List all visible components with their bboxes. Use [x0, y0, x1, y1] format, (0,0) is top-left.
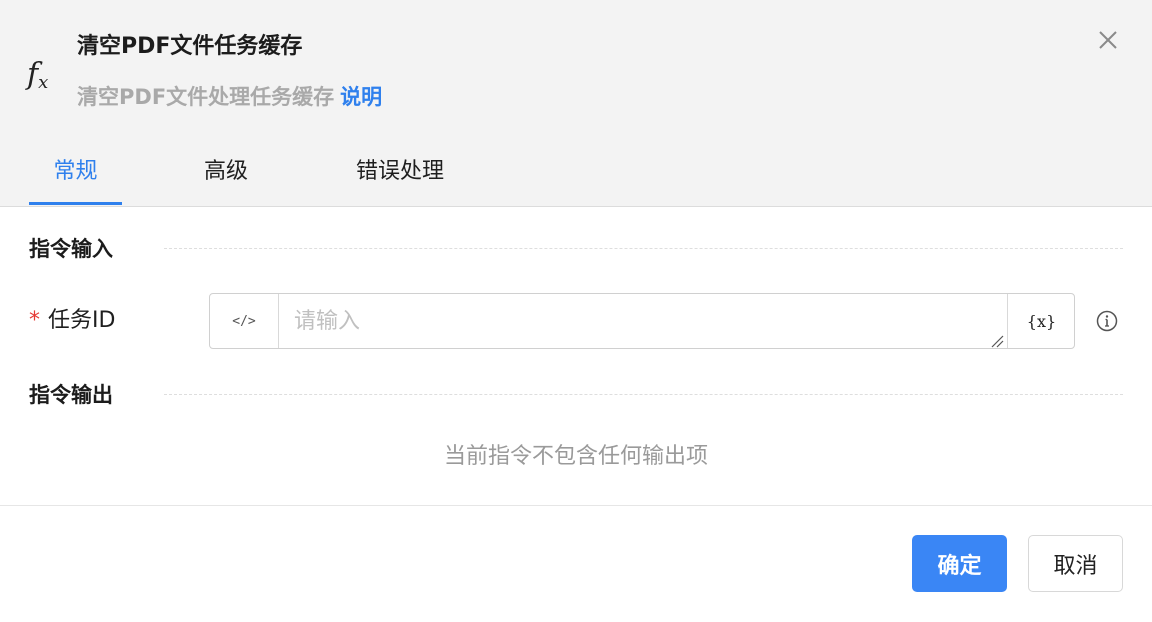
- dialog-header: fx 清空PDF文件任务缓存 清空PDF文件处理任务缓存 说明 常规 高级 错误处…: [0, 0, 1152, 207]
- footer-divider: [0, 505, 1152, 506]
- empty-output-message: 当前指令不包含任何输出项: [443, 444, 708, 469]
- fx-icon: fx: [27, 57, 49, 93]
- tab-advanced[interactable]: 高级: [190, 150, 262, 205]
- tab-error-handling[interactable]: 错误处理: [340, 150, 460, 205]
- insert-variable-button[interactable]: {x}: [1007, 294, 1075, 348]
- code-mode-toggle[interactable]: </>: [210, 294, 279, 348]
- output-section-title: 指令输出: [29, 383, 113, 407]
- input-section-title: 指令输入: [29, 237, 113, 261]
- required-mark: *: [29, 308, 40, 333]
- info-icon[interactable]: [1096, 310, 1118, 332]
- help-link[interactable]: 说明: [340, 85, 382, 109]
- task-id-label-text: 任务ID: [48, 308, 116, 333]
- dialog: fx 清空PDF文件任务缓存 清空PDF文件处理任务缓存 说明 常规 高级 错误处…: [0, 0, 1152, 622]
- cancel-button[interactable]: 取消: [1028, 535, 1123, 592]
- dialog-title: 清空PDF文件任务缓存: [77, 34, 303, 59]
- tab-general[interactable]: 常规: [29, 150, 122, 205]
- task-id-label: * 任务ID: [29, 306, 115, 336]
- confirm-button[interactable]: 确定: [912, 535, 1007, 592]
- resize-handle-icon[interactable]: [990, 334, 1004, 348]
- tab-bar: 常规 高级 错误处理: [0, 150, 1152, 206]
- close-icon[interactable]: [1094, 26, 1122, 54]
- dialog-subtitle: 清空PDF文件处理任务缓存 说明: [77, 82, 382, 112]
- section-divider: [164, 394, 1123, 395]
- task-id-input[interactable]: [279, 294, 1007, 348]
- subtitle-text: 清空PDF文件处理任务缓存: [77, 85, 335, 109]
- section-divider: [164, 248, 1123, 249]
- task-id-input-group: </> {x}: [209, 293, 1075, 349]
